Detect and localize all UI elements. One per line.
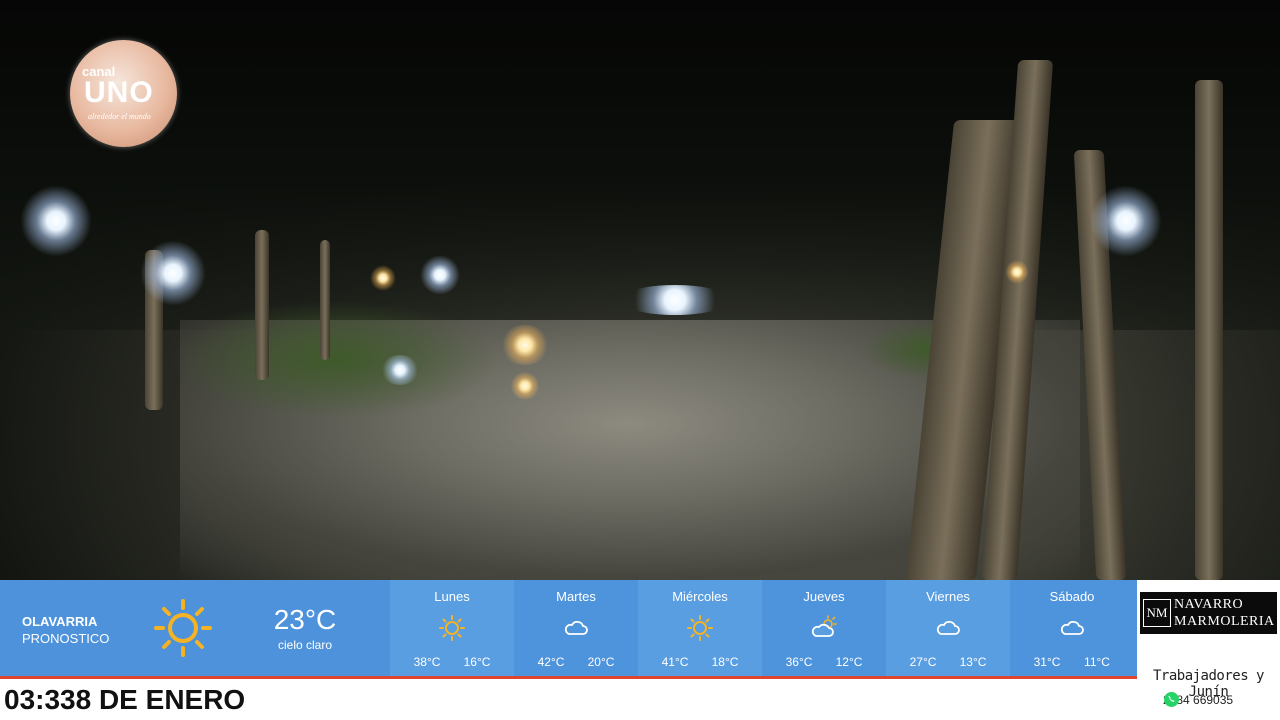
current-condition: cielo claro [277, 638, 333, 652]
street-light [20, 185, 92, 257]
forecast-day: Lunes 38°C 16°C [390, 580, 514, 676]
forecast-day: Viernes 27°C 13°C [886, 580, 1010, 676]
high-temp: 41°C [661, 655, 689, 669]
low-temp: 16°C [463, 655, 491, 669]
tree-trunk [1195, 80, 1223, 580]
high-temp: 42°C [537, 655, 565, 669]
low-temp: 12°C [835, 655, 863, 669]
current-temperature: 23°C [273, 604, 337, 635]
sponsor-logo: NM NAVARRO MARMOLERIA [1140, 592, 1277, 634]
grass-patch [170, 300, 500, 420]
cloud-icon [936, 620, 960, 635]
day-name: Viernes [926, 589, 970, 604]
cloud-icon [1060, 620, 1084, 635]
high-temp: 36°C [785, 655, 813, 669]
forecast-day: Miércoles 41°C 18°C [638, 580, 762, 676]
sponsor-ad: NM NAVARRO MARMOLERIA Trabajadores y Jun… [1137, 580, 1280, 720]
day-name: Sábado [1049, 589, 1095, 604]
cloud-icon [564, 620, 588, 635]
low-temp: 13°C [959, 655, 987, 669]
low-temp: 11°C [1084, 655, 1110, 669]
high-temp: 31°C [1033, 655, 1061, 669]
day-name: Lunes [434, 589, 470, 604]
high-temp: 27°C [909, 655, 937, 669]
tree-trunk [320, 240, 330, 360]
sponsor-name: NAVARRO MARMOLERIA [1174, 596, 1275, 630]
ticker-bar: 03:338 DE ENERO [0, 679, 1137, 720]
day-name: Jueves [803, 589, 845, 604]
logo-text: UNO [84, 76, 154, 109]
street-light [620, 285, 730, 315]
sun-icon [687, 615, 713, 641]
weather-panel: OLAVARRIA PRONOSTICO 23°C cielo claro Lu… [0, 580, 1137, 676]
camera-feed: canal UNO alrededor el mundo [0, 0, 1280, 580]
day-name: Martes [556, 589, 596, 604]
ticker-text: 03:338 DE ENERO [4, 684, 246, 715]
whatsapp-icon [1164, 692, 1179, 707]
street-light [140, 240, 206, 306]
day-name: Miércoles [672, 589, 728, 604]
forecast-day: Sábado 31°C 11°C [1010, 580, 1137, 676]
sponsor-initials: NM [1143, 599, 1171, 627]
street-light [1005, 260, 1029, 284]
sun-icon [154, 599, 212, 657]
channel-logo: canal UNO alrededor el mundo [70, 40, 177, 147]
vehicle-headlight [500, 325, 550, 365]
street-light [420, 255, 460, 295]
street-light [370, 265, 396, 291]
sponsor-name-line: NAVARRO [1174, 597, 1244, 612]
location-block: OLAVARRIA PRONOSTICO [22, 613, 109, 647]
logo-tagline: alrededor el mundo [88, 112, 151, 121]
partly-cloudy-icon [811, 615, 837, 637]
high-temp: 38°C [413, 655, 441, 669]
vehicle-headlight [510, 372, 540, 400]
street-light [380, 355, 420, 385]
low-temp: 18°C [711, 655, 739, 669]
sun-icon [439, 615, 465, 641]
sponsor-name-line: MARMOLERIA [1174, 614, 1275, 629]
forecast-day: Jueves 36°C 12°C [762, 580, 886, 676]
street-light [1090, 185, 1162, 257]
forecast-label: PRONOSTICO [22, 631, 110, 646]
current-weather: OLAVARRIA PRONOSTICO 23°C cielo claro [0, 580, 390, 676]
low-temp: 20°C [587, 655, 615, 669]
location-name: OLAVARRIA [22, 614, 98, 629]
tree-trunk [255, 230, 269, 380]
forecast-day: Martes 42°C 20°C [514, 580, 638, 676]
